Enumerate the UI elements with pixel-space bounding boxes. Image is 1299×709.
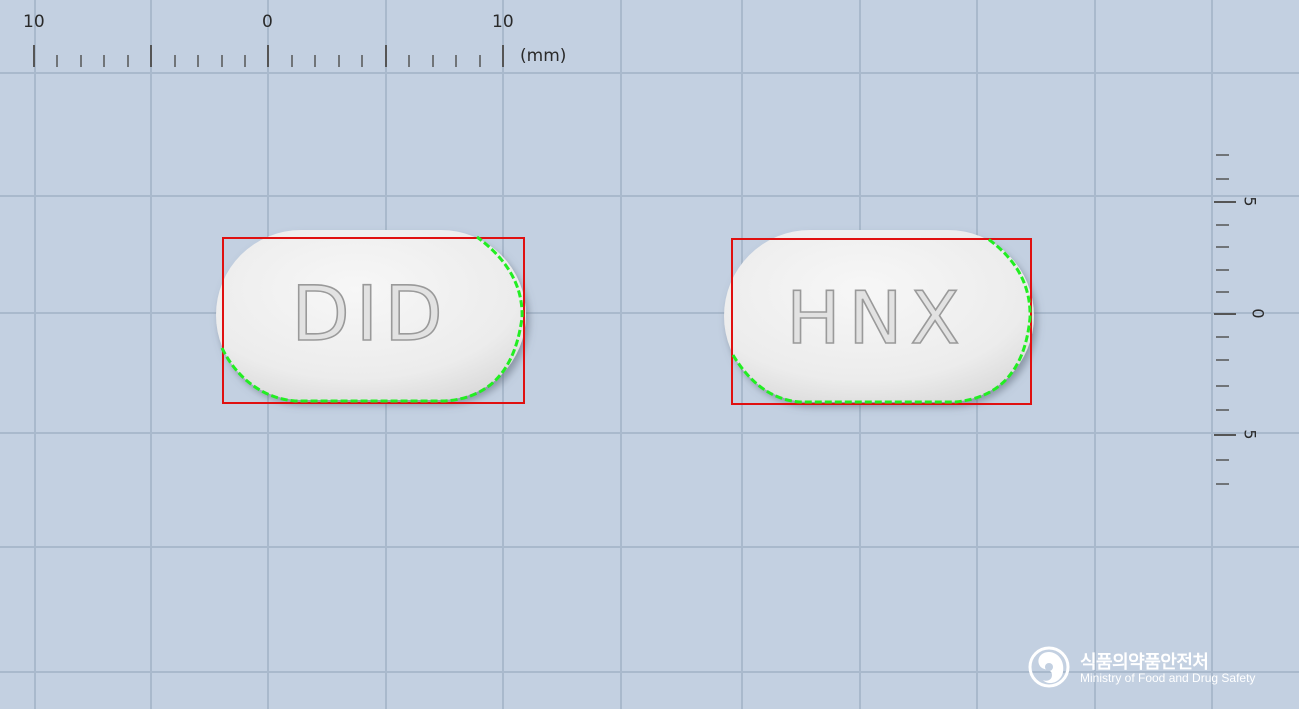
side-ruler-label-top: 5 (1240, 196, 1260, 207)
mfds-emblem-icon (1028, 646, 1070, 688)
side-ruler-label-bottom: 5 (1240, 429, 1260, 440)
tablet-right-imprint: HNX (786, 276, 967, 360)
tablet-left: DID (216, 230, 526, 404)
tablet-left-imprint: DID (291, 269, 448, 358)
top-ruler-label-center: 0 (262, 12, 273, 32)
mfds-logo: 식품의약품안전처 Ministry of Food and Drug Safet… (1028, 646, 1288, 690)
pill-image-canvas: DID HNX (0, 0, 1299, 709)
side-ruler-ticks (1214, 154, 1236, 485)
top-ruler-label-right: 10 (492, 12, 514, 32)
grid (0, 0, 1299, 709)
top-ruler-ticks (33, 45, 504, 67)
top-ruler-unit: (mm) (520, 46, 567, 66)
top-ruler-label-left: 10 (23, 12, 45, 32)
side-ruler-label-center: 0 (1248, 308, 1268, 319)
mfds-logo-english: Ministry of Food and Drug Safety (1080, 671, 1256, 685)
tablet-right: HNX (724, 230, 1034, 405)
pill-image-stage: DID HNX 10 0 10 (mm) 5 0 5 식품의약품안전처 Mini… (0, 0, 1299, 709)
